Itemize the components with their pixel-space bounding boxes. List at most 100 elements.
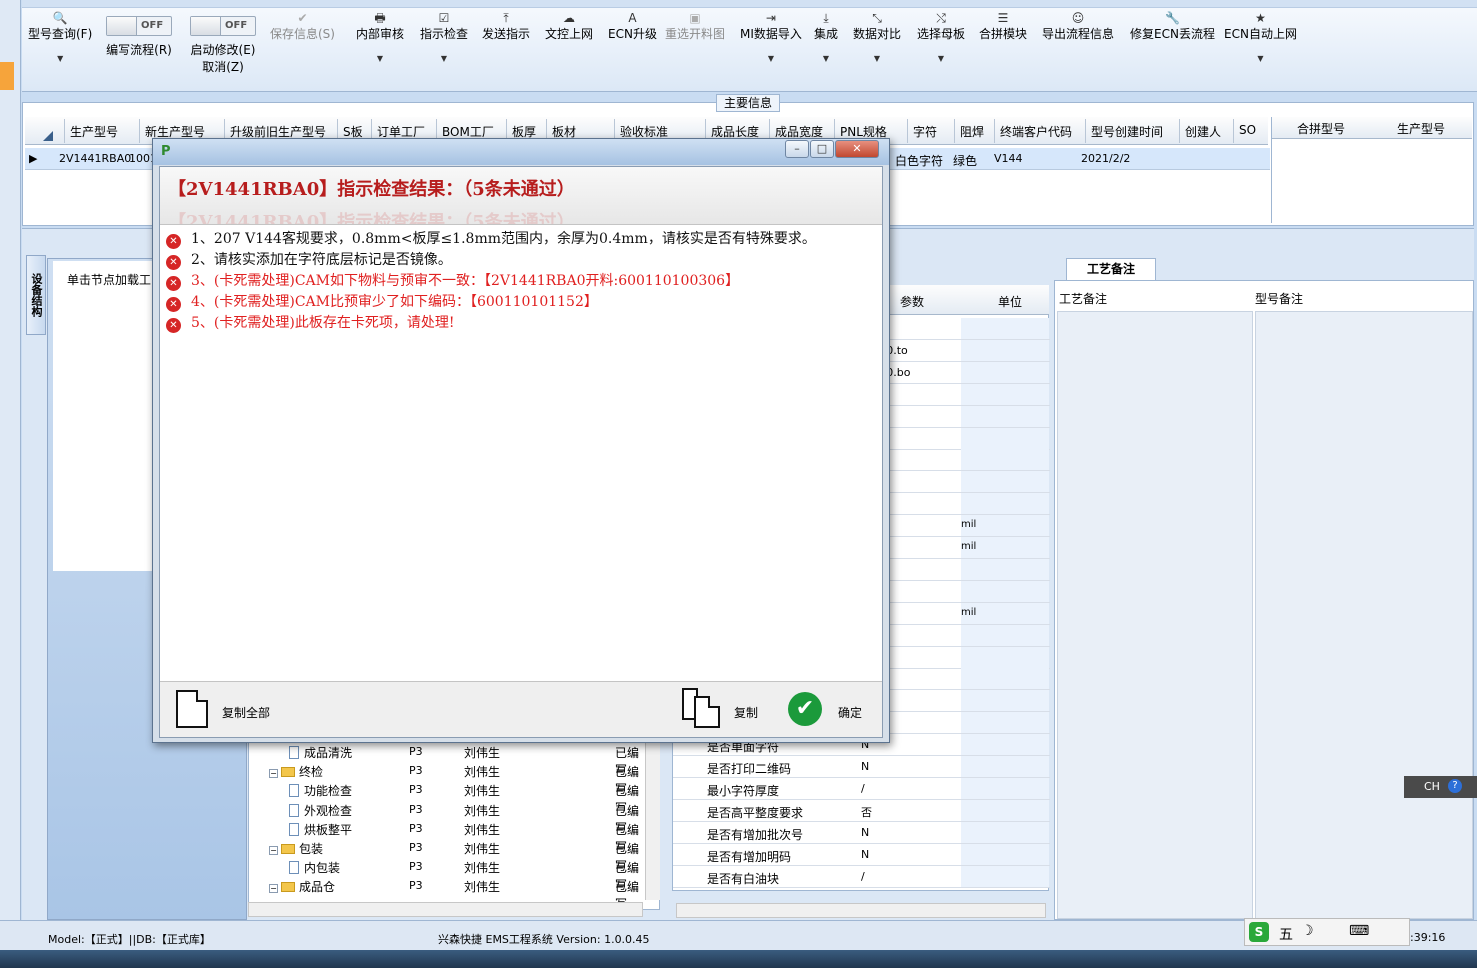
toolbar-button-1[interactable]: ✔ 保存信息(S) — [270, 10, 335, 42]
grid-col-header[interactable]: 创建人 — [1185, 123, 1221, 140]
tree-hscroll[interactable] — [248, 902, 643, 917]
error-icon: ✕ — [166, 318, 181, 333]
tab-craft-notes[interactable]: 工艺备注 — [1066, 258, 1156, 280]
tree-row[interactable]: 功能检查 P3 刘伟生 已编写 — [249, 780, 649, 815]
tree-row[interactable]: 外观检查 P3 刘伟生 已编写 — [249, 800, 649, 835]
tree-vscroll[interactable] — [645, 740, 660, 900]
toolbar-button-12[interactable]: ☰ 合拼模块 — [979, 10, 1027, 42]
cell-created[interactable]: 2021/2/2 — [1081, 152, 1130, 165]
dropdown-arrow-icon[interactable]: ▼ — [28, 54, 92, 64]
param-unit-cell — [961, 427, 1049, 449]
tree-row[interactable]: −成品仓P3刘伟生已编写 — [249, 876, 649, 911]
tree-node[interactable]: − 成品仓 — [269, 878, 335, 895]
grid-col-header[interactable]: 型号创建时间 — [1091, 123, 1163, 140]
toolbar-button-15[interactable]: ★ ECN自动上网 ▼ — [1224, 10, 1297, 64]
tree-node[interactable]: 外观检查 — [289, 802, 352, 819]
tree-row[interactable]: 成品清洗 P3 刘伟生 已编写 — [249, 742, 649, 777]
toolbar-button-10[interactable]: ⤡ 数据对比 ▼ — [853, 10, 901, 64]
app-icon: P — [161, 144, 171, 159]
param-row[interactable]: 是否有白油块 / — [673, 865, 1050, 888]
tree-node[interactable]: 功能检查 — [289, 782, 352, 799]
param-row[interactable]: 最小字符厚度 / — [673, 777, 1050, 800]
toolbar-button-7[interactable]: ▣ 重选开料图 — [665, 10, 725, 42]
toolbar-button-13[interactable]: ☺ 导出流程信息 — [1042, 10, 1114, 42]
tab-device-structure[interactable]: 设备结构 — [26, 255, 46, 335]
craft-notes-field[interactable] — [1057, 311, 1253, 919]
maximize-button[interactable]: □ — [810, 140, 834, 158]
cell-mask[interactable]: 绿色 — [953, 152, 977, 169]
tree-row[interactable]: − 终检 P3 刘伟生 已编写 — [249, 761, 649, 796]
copy-button[interactable]: 复制 — [680, 682, 762, 738]
dropdown-arrow-icon[interactable]: ▼ — [356, 54, 404, 64]
collapse-icon[interactable]: − — [269, 846, 278, 855]
param-row[interactable]: 是否有增加批次号 N — [673, 821, 1050, 844]
cell-customer[interactable]: V144 — [994, 152, 1023, 165]
collapse-icon[interactable]: − — [269, 884, 278, 894]
tree-node[interactable]: 烘板整平 — [289, 821, 352, 838]
folder-icon — [281, 844, 295, 854]
toolbar-button-label: 重选开料图 — [665, 27, 726, 41]
cell-model[interactable]: 2V1441RBA0 — [59, 152, 131, 165]
tree-node-label: 成品仓 — [299, 880, 336, 895]
start-edit-toggle[interactable]: OFF — [190, 16, 256, 36]
help-icon[interactable]: ? — [1448, 779, 1462, 793]
model-notes-field[interactable] — [1255, 311, 1473, 919]
grid-col-header[interactable]: 生产型号 — [70, 123, 118, 140]
dialog-titlebar[interactable]: P – □ ✕ — [153, 139, 889, 165]
write-flow-toggle[interactable]: OFF — [106, 16, 172, 36]
param-unit-cell — [961, 712, 1049, 734]
ime-ch-indicator[interactable]: CH ? — [1404, 776, 1477, 798]
tree-node[interactable]: − 包装 — [269, 840, 323, 857]
toolbar-button-0[interactable]: 🔍 型号查询(F) ▼ — [28, 10, 92, 64]
tree-row[interactable]: − 包装 P3 刘伟生 已编写 — [249, 838, 649, 873]
param-unit: mil — [961, 541, 977, 552]
param-hscroll[interactable] — [676, 903, 1046, 918]
grid-col-header[interactable]: SO — [1239, 123, 1256, 137]
collapse-icon[interactable]: − — [269, 769, 278, 779]
param-row[interactable]: 是否打印二维码 N — [673, 756, 1050, 778]
tree-row[interactable]: 烘板整平 P3 刘伟生 已编写 — [249, 819, 649, 854]
tree-node[interactable]: 内包装 — [289, 859, 340, 876]
grid-col-header[interactable]: 字符 — [913, 123, 937, 140]
dropdown-arrow-icon[interactable]: ▼ — [917, 54, 965, 64]
check-message[interactable]: ✕ 1、207 V144客规要求，0.8mm<板厚≤1.8mm范围内，余厚为0.4… — [166, 228, 816, 249]
param-row[interactable]: 是否高平整度要求 否 — [673, 799, 1050, 822]
toolbar-button-9[interactable]: ⤓ 集成 ▼ — [814, 10, 838, 64]
toolbar-button-3[interactable]: ☑ 指示检查 ▼ — [420, 10, 468, 64]
toolbar-button-8[interactable]: ⇥ MI数据导入 ▼ — [740, 10, 802, 64]
cancel-label[interactable]: 取消(Z) — [190, 58, 256, 75]
ime-logo-icon: S — [1249, 922, 1269, 942]
toolbar-button-14[interactable]: 🔧 修复ECN丢流程 — [1130, 10, 1215, 42]
dropdown-arrow-icon[interactable]: ▼ — [420, 54, 468, 64]
ok-button[interactable]: ✔ 确定 — [786, 682, 872, 738]
dropdown-arrow-icon[interactable]: ▼ — [740, 54, 802, 64]
tree-node[interactable]: 成品清洗 — [289, 744, 352, 761]
param-unit-cell — [961, 646, 1049, 668]
toolbar-button-5[interactable]: ☁ 文控上网 — [545, 10, 593, 42]
dialog-title-reflection: 【2V1441RBA0】指示检查结果：（5条未通过） — [168, 212, 575, 225]
close-button[interactable]: ✕ — [835, 140, 879, 158]
copy-all-button[interactable]: 复制全部 — [174, 682, 284, 738]
param-value: N — [861, 847, 870, 861]
dropdown-arrow-icon[interactable]: ▼ — [1224, 54, 1297, 64]
ime-toolbar[interactable]: S 五 ☽ ⌨ — [1244, 918, 1410, 946]
select-all-corner-icon[interactable] — [43, 131, 53, 141]
check-message[interactable]: ✕ 5、(卡死需处理)此板存在卡死项，请处理! — [166, 312, 454, 333]
tree-row[interactable]: 内包装 P3 刘伟生 已编写 — [249, 857, 649, 892]
grid-col-header[interactable]: 阻焊 — [960, 123, 984, 140]
dropdown-arrow-icon[interactable]: ▼ — [814, 54, 838, 64]
grid-col-header[interactable]: 终端客户代码 — [1000, 123, 1072, 140]
param-row[interactable]: 是否有增加明码 N — [673, 843, 1050, 866]
toolbar-button-6[interactable]: A ECN升级 — [608, 10, 657, 42]
tree-node[interactable]: − 终检 — [269, 763, 323, 780]
dropdown-arrow-icon[interactable]: ▼ — [853, 54, 901, 64]
cell-char[interactable]: 白色字符 — [895, 152, 943, 169]
toolbar-button-4[interactable]: ⤒ 发送指示 — [482, 10, 530, 42]
check-message[interactable]: ✕ 4、(卡死需处理)CAM比预审少了如下编码：【600110101152】 — [166, 291, 598, 312]
toolbar-button-11[interactable]: ⤭ 选择母板 ▼ — [917, 10, 965, 64]
toolbar-button-2[interactable]: 🖶 内部审核 ▼ — [356, 10, 404, 64]
param-unit-cell — [961, 668, 1049, 690]
minimize-button[interactable]: – — [785, 140, 809, 158]
check-message[interactable]: ✕ 3、(卡死需处理)CAM如下物料与预审不一致：【2V1441RBA0开料:60… — [166, 270, 739, 291]
check-message[interactable]: ✕ 2、请核实添加在字符底层标记是否镜像。 — [166, 249, 452, 270]
